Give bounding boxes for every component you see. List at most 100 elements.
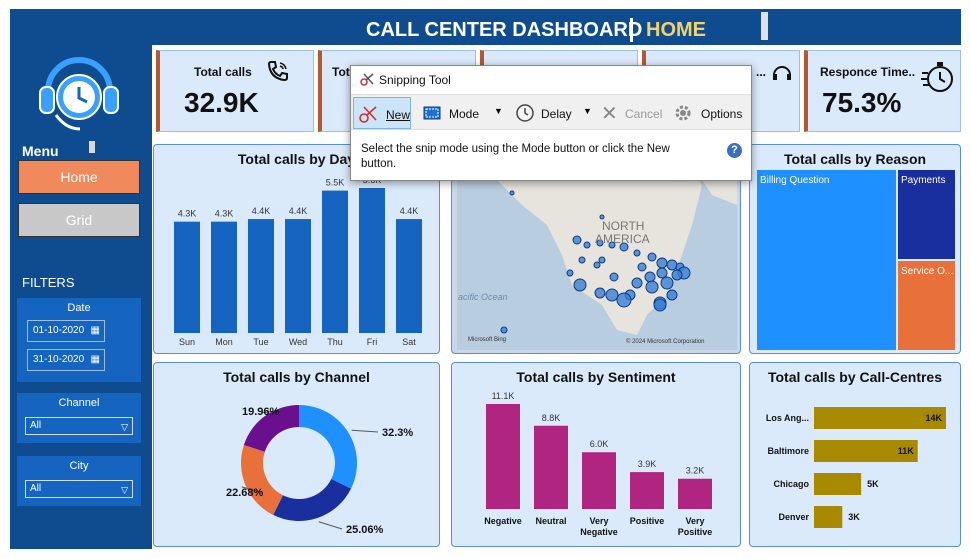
map-attribution-bing: Microsoft Bing xyxy=(468,337,506,343)
sentiment-data-label: 3.9K xyxy=(638,459,657,469)
map-bubble xyxy=(598,256,606,264)
chart-calls-by-centre: Total calls by Call-Centres Los Ang... 14… xyxy=(749,362,961,547)
map-bubble xyxy=(605,288,619,302)
map-bubble xyxy=(666,289,678,301)
sentiment-data-label: 8.8K xyxy=(542,413,561,423)
kpi-label: Responce Time.. xyxy=(820,65,916,79)
sentiment-bar xyxy=(534,425,568,509)
day-data-label: 4.4K xyxy=(252,206,271,216)
chevron-down-icon: ▽ xyxy=(121,422,128,432)
grid-button[interactable]: Grid xyxy=(18,203,140,237)
treemap-billing-question[interactable]: Billing Question xyxy=(757,170,896,350)
help-icon[interactable]: ? xyxy=(727,143,742,158)
sentiment-tick-label: Negative xyxy=(484,516,522,526)
day-tick-label: Tue xyxy=(253,337,268,347)
sentiment-bar xyxy=(486,404,520,509)
map-bubble xyxy=(573,278,587,292)
stopwatch-icon xyxy=(921,62,953,92)
channel-filter: Channel All ▽ xyxy=(17,393,141,443)
centre-data-label: 14K xyxy=(925,413,942,423)
centre-data-label: 3K xyxy=(848,512,860,522)
new-button[interactable]: New xyxy=(353,97,411,129)
menu-marker xyxy=(89,141,95,153)
map-bubble xyxy=(509,190,515,196)
donut-slice xyxy=(273,478,352,521)
dashboard: CALL CENTER DASHBOARD HOME Menu Home Gri… xyxy=(0,0,971,559)
sentiment-bar xyxy=(678,478,712,509)
map-bubble xyxy=(656,257,668,269)
map-bubble xyxy=(647,252,657,262)
city-select[interactable]: All ▽ xyxy=(25,480,133,498)
page-title: HOME xyxy=(646,19,706,41)
day-tick-label: Thu xyxy=(327,337,343,347)
delay-button[interactable]: Delay ▼ xyxy=(513,97,595,129)
phone-icon xyxy=(267,61,288,82)
cancel-button[interactable]: ✕ Cancel xyxy=(599,97,665,129)
sentiment-tick-label: Positive xyxy=(630,516,665,526)
sentiment-data-label: 3.2K xyxy=(686,466,705,476)
centre-data-label: 11K xyxy=(898,446,915,456)
calendar-icon: ▦ xyxy=(90,325,100,336)
day-bar xyxy=(322,190,348,333)
day-data-label: 4.4K xyxy=(289,206,308,216)
city-value: All xyxy=(30,483,42,494)
channel-select[interactable]: All ▽ xyxy=(25,417,133,435)
dropdown-arrow-icon: ▼ xyxy=(583,106,592,116)
day-tick-label: Sat xyxy=(402,337,416,347)
mode-icon xyxy=(423,106,441,120)
filters-label: FILTERS xyxy=(22,275,75,290)
sentiment-bar xyxy=(630,472,664,509)
day-data-label: 5.5K xyxy=(326,178,345,188)
day-data-label: 4.3K xyxy=(178,209,197,219)
snipping-tool-window: Snipping Tool New Mode ▼ Delay ▼ ✕ Cance… xyxy=(350,65,752,181)
day-tick-label: Mon xyxy=(215,337,233,347)
options-button[interactable]: Options xyxy=(669,97,749,129)
clock-icon xyxy=(516,104,534,122)
kpi-label: Total calls xyxy=(194,65,252,79)
treemap-payments[interactable]: Payments xyxy=(898,170,955,259)
map-bubble xyxy=(609,272,619,282)
day-tick-label: Sun xyxy=(179,337,195,347)
city-label: City xyxy=(69,460,89,472)
donut-data-label: 19.96% xyxy=(242,406,280,418)
treemap-label: Billing Question xyxy=(760,175,830,186)
map-bubble xyxy=(583,241,591,249)
donut-data-label: 32.3% xyxy=(382,427,413,439)
kpi-label: ... xyxy=(756,65,767,79)
day-tick-label: Fri xyxy=(367,337,378,347)
close-icon: ✕ xyxy=(601,103,618,125)
title-separator xyxy=(630,18,633,42)
mode-label: Mode xyxy=(449,107,480,121)
date-from-value: 01-10-2020 xyxy=(33,325,85,336)
date-from-input[interactable]: 01-10-2020 ▦ xyxy=(27,320,105,342)
day-bar xyxy=(211,221,237,333)
new-snip-icon xyxy=(359,106,377,123)
donut-data-label: 22.68% xyxy=(226,487,264,499)
map-bubble xyxy=(660,276,674,290)
header-marker xyxy=(761,12,768,40)
map-bubble xyxy=(572,235,582,245)
mode-button[interactable]: Mode ▼ xyxy=(419,97,505,129)
donut-leader xyxy=(351,429,379,433)
city-filter: City All ▽ xyxy=(17,456,141,506)
map-bubble xyxy=(645,280,659,294)
sentiment-bar xyxy=(582,452,616,509)
date-to-input[interactable]: 31-10-2020 ▦ xyxy=(27,349,105,371)
donut-data-label: 25.06% xyxy=(346,524,384,536)
map-bubble xyxy=(644,271,656,283)
chart-calls-by-channel: Total calls by Channel 32.3% 25.06% 22.68%… xyxy=(153,362,440,547)
map-bubble xyxy=(633,249,641,257)
home-button[interactable]: Home xyxy=(18,160,140,194)
instruction-text: Select the snip mode using the Mode butt… xyxy=(361,143,670,170)
new-label: New xyxy=(386,108,411,122)
centre-tick-label: Los Ang... xyxy=(766,413,809,423)
donut-slice xyxy=(241,444,283,515)
map-bubble xyxy=(671,269,683,281)
sentiment-tick-label: Very xyxy=(589,516,608,526)
chart-calls-by-sentiment: Total calls by Sentiment 11.1K Negative 8.… xyxy=(451,362,741,547)
sentiment-bar-chart: 11.1KNegative8.8KNeutral6.0KVeryNegative… xyxy=(484,391,712,537)
chevron-down-icon: ▽ xyxy=(121,485,128,495)
sentiment-tick-label: Neutral xyxy=(535,516,566,526)
treemap-service-outage[interactable]: Service O... xyxy=(898,261,955,350)
map-bubble xyxy=(637,262,647,272)
